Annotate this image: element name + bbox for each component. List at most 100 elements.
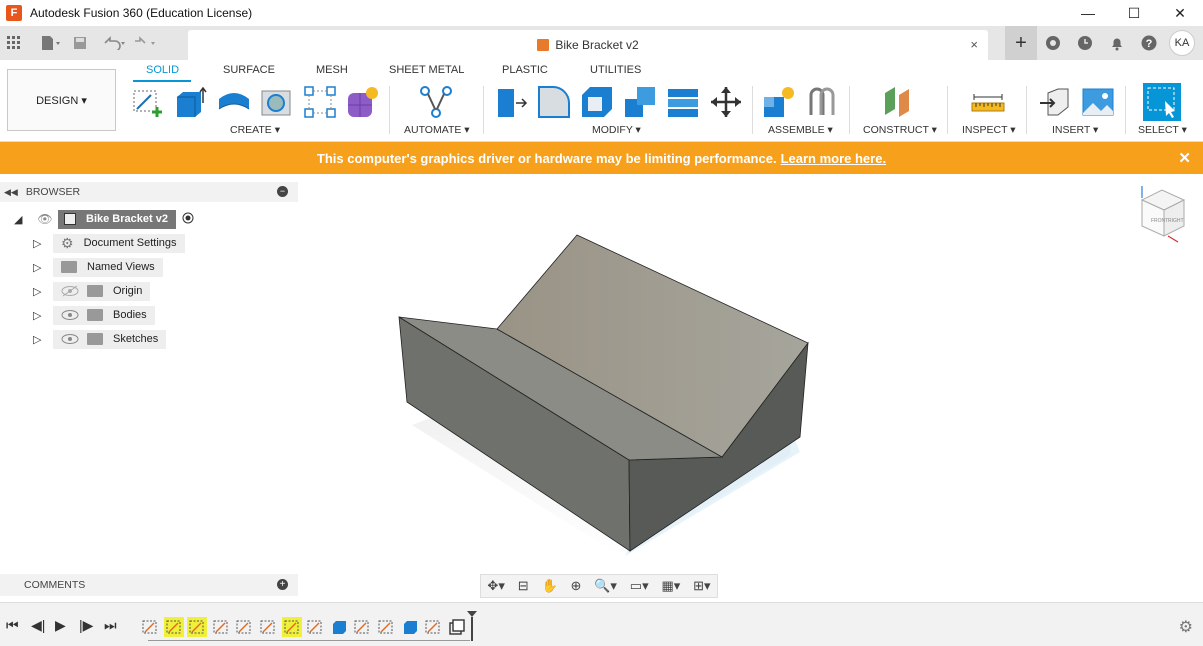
- add-comment-button[interactable]: +: [277, 579, 288, 590]
- press-pull-icon[interactable]: [494, 85, 528, 119]
- dismiss-warning-button[interactable]: ✕: [1178, 149, 1191, 167]
- tab-sheet-metal[interactable]: SHEET METAL: [389, 64, 464, 76]
- browser-item-sketches[interactable]: ▷ Sketches: [33, 329, 167, 349]
- collapse-panel-icon[interactable]: ◀◀: [4, 187, 18, 198]
- timeline-sketch-icon[interactable]: [258, 617, 278, 637]
- hidden-eye-icon[interactable]: [61, 285, 79, 297]
- browser-root-row[interactable]: ◢ 👁 Bike Bracket v2: [14, 209, 194, 229]
- skip-to-end-icon[interactable]: ⏭: [104, 617, 117, 634]
- timeline-sketch-icon[interactable]: [423, 617, 443, 637]
- move-icon[interactable]: [709, 85, 743, 119]
- measure-icon[interactable]: [971, 85, 1005, 119]
- viewcube-right-label[interactable]: RIGHT: [1168, 218, 1184, 224]
- timeline-sketch-icon[interactable]: [187, 617, 208, 637]
- timeline-sketch-icon[interactable]: [163, 617, 184, 637]
- expand-triangle-icon[interactable]: ▷: [33, 237, 45, 250]
- create-group-label[interactable]: CREATE ▾: [230, 124, 280, 136]
- collapse-triangle-icon[interactable]: ◢: [14, 213, 26, 226]
- tab-surface[interactable]: SURFACE: [223, 64, 275, 76]
- help-icon[interactable]: ?: [1133, 26, 1165, 60]
- comments-panel-header[interactable]: COMMENTS +: [0, 574, 298, 596]
- timeline-settings-gear-icon[interactable]: ⚙: [1179, 617, 1193, 637]
- step-back-icon[interactable]: ◀|: [31, 617, 45, 634]
- create-form-icon[interactable]: [346, 85, 380, 119]
- hole-icon[interactable]: [260, 85, 294, 119]
- insert-derive-icon[interactable]: [1038, 85, 1072, 119]
- browser-minimize-button[interactable]: −: [277, 186, 288, 197]
- look-at-icon[interactable]: ⊟: [518, 578, 529, 594]
- expand-triangle-icon[interactable]: ▷: [33, 285, 45, 298]
- extensions-icon[interactable]: [1037, 26, 1069, 60]
- joint-icon[interactable]: [805, 85, 839, 119]
- workspace-switcher[interactable]: DESIGN ▾: [7, 69, 116, 131]
- visibility-eye-icon[interactable]: 👁: [36, 212, 54, 226]
- minimize-button[interactable]: —: [1065, 0, 1111, 26]
- step-forward-icon[interactable]: |▶: [79, 617, 93, 634]
- select-group-label[interactable]: SELECT ▾: [1138, 124, 1187, 136]
- automate-icon[interactable]: [419, 85, 453, 119]
- learn-more-link[interactable]: Learn more here.: [781, 151, 887, 166]
- fillet-icon[interactable]: [537, 85, 571, 119]
- automate-group-label[interactable]: AUTOMATE ▾: [404, 124, 470, 136]
- skip-to-start-icon[interactable]: ⏮: [6, 617, 19, 634]
- grid-settings-icon[interactable]: ▦▾: [661, 578, 680, 594]
- close-tab-icon[interactable]: ×: [970, 37, 978, 52]
- play-icon[interactable]: ▶: [55, 617, 66, 634]
- timeline-sketch-icon[interactable]: [281, 617, 302, 637]
- viewcube-front-label[interactable]: FRONT: [1151, 218, 1168, 224]
- file-menu-icon[interactable]: [38, 31, 62, 55]
- modify-group-label[interactable]: MODIFY ▾: [592, 124, 641, 136]
- orbit-icon[interactable]: ✥▾: [487, 578, 504, 594]
- pan-hand-icon[interactable]: ✋: [541, 578, 557, 594]
- timeline-sketch-icon[interactable]: [305, 617, 325, 637]
- timeline-sketch-icon[interactable]: [140, 617, 160, 637]
- construct-group-label[interactable]: CONSTRUCT ▾: [863, 124, 937, 136]
- expand-triangle-icon[interactable]: ▷: [33, 261, 45, 274]
- activate-radio-icon[interactable]: [182, 212, 194, 227]
- browser-item-origin[interactable]: ▷ Origin: [33, 281, 151, 301]
- document-tab[interactable]: Bike Bracket v2 ×: [188, 30, 988, 60]
- timeline-sketch-icon[interactable]: [234, 617, 254, 637]
- user-avatar[interactable]: KA: [1169, 30, 1195, 56]
- tab-plastic[interactable]: PLASTIC: [502, 64, 548, 76]
- extrude-icon[interactable]: [174, 85, 208, 119]
- timeline-feature-icon[interactable]: [447, 617, 467, 637]
- inspect-group-label[interactable]: INSPECT ▾: [962, 124, 1016, 136]
- create-sketch-icon[interactable]: [131, 85, 165, 119]
- timeline-sketch-icon[interactable]: [352, 617, 372, 637]
- undo-icon[interactable]: [102, 31, 126, 55]
- job-status-icon[interactable]: [1069, 26, 1101, 60]
- maximize-button[interactable]: ☐: [1111, 0, 1157, 26]
- tab-mesh[interactable]: MESH: [316, 64, 348, 76]
- new-tab-button[interactable]: +: [1005, 26, 1037, 60]
- tab-utilities[interactable]: UTILITIES: [590, 64, 641, 76]
- visibility-eye-icon[interactable]: [61, 333, 79, 345]
- scale-icon[interactable]: [666, 85, 700, 119]
- viewcube[interactable]: FRONT RIGHT: [1138, 186, 1188, 244]
- insert-group-label[interactable]: INSERT ▾: [1052, 124, 1098, 136]
- notifications-bell-icon[interactable]: [1101, 26, 1133, 60]
- visibility-eye-icon[interactable]: [61, 309, 79, 321]
- display-settings-icon[interactable]: ▭▾: [630, 578, 649, 594]
- select-icon[interactable]: [1143, 83, 1181, 121]
- insert-canvas-icon[interactable]: [1081, 85, 1115, 119]
- timeline-extrude-icon[interactable]: [400, 617, 420, 637]
- browser-item-named-views[interactable]: ▷ Named Views: [33, 257, 163, 277]
- timeline-marker-icon[interactable]: [466, 611, 478, 641]
- grid-menu-icon[interactable]: [2, 31, 26, 55]
- new-component-icon[interactable]: [762, 85, 796, 119]
- close-window-button[interactable]: ✕: [1157, 0, 1203, 26]
- tab-solid[interactable]: SOLID: [146, 64, 179, 76]
- browser-item-bodies[interactable]: ▷ Bodies: [33, 305, 155, 325]
- timeline-sketch-icon[interactable]: [211, 617, 231, 637]
- viewports-icon[interactable]: ⊞▾: [693, 578, 710, 594]
- redo-icon[interactable]: [132, 31, 156, 55]
- offset-plane-icon[interactable]: [881, 85, 915, 119]
- timeline-extrude-icon[interactable]: [329, 617, 349, 637]
- revolve-icon[interactable]: [217, 85, 251, 119]
- combine-icon[interactable]: [623, 85, 657, 119]
- expand-triangle-icon[interactable]: ▷: [33, 333, 45, 346]
- assemble-group-label[interactable]: ASSEMBLE ▾: [768, 124, 833, 136]
- pattern-icon[interactable]: [303, 85, 337, 119]
- zoom-icon[interactable]: ⊕: [570, 578, 581, 594]
